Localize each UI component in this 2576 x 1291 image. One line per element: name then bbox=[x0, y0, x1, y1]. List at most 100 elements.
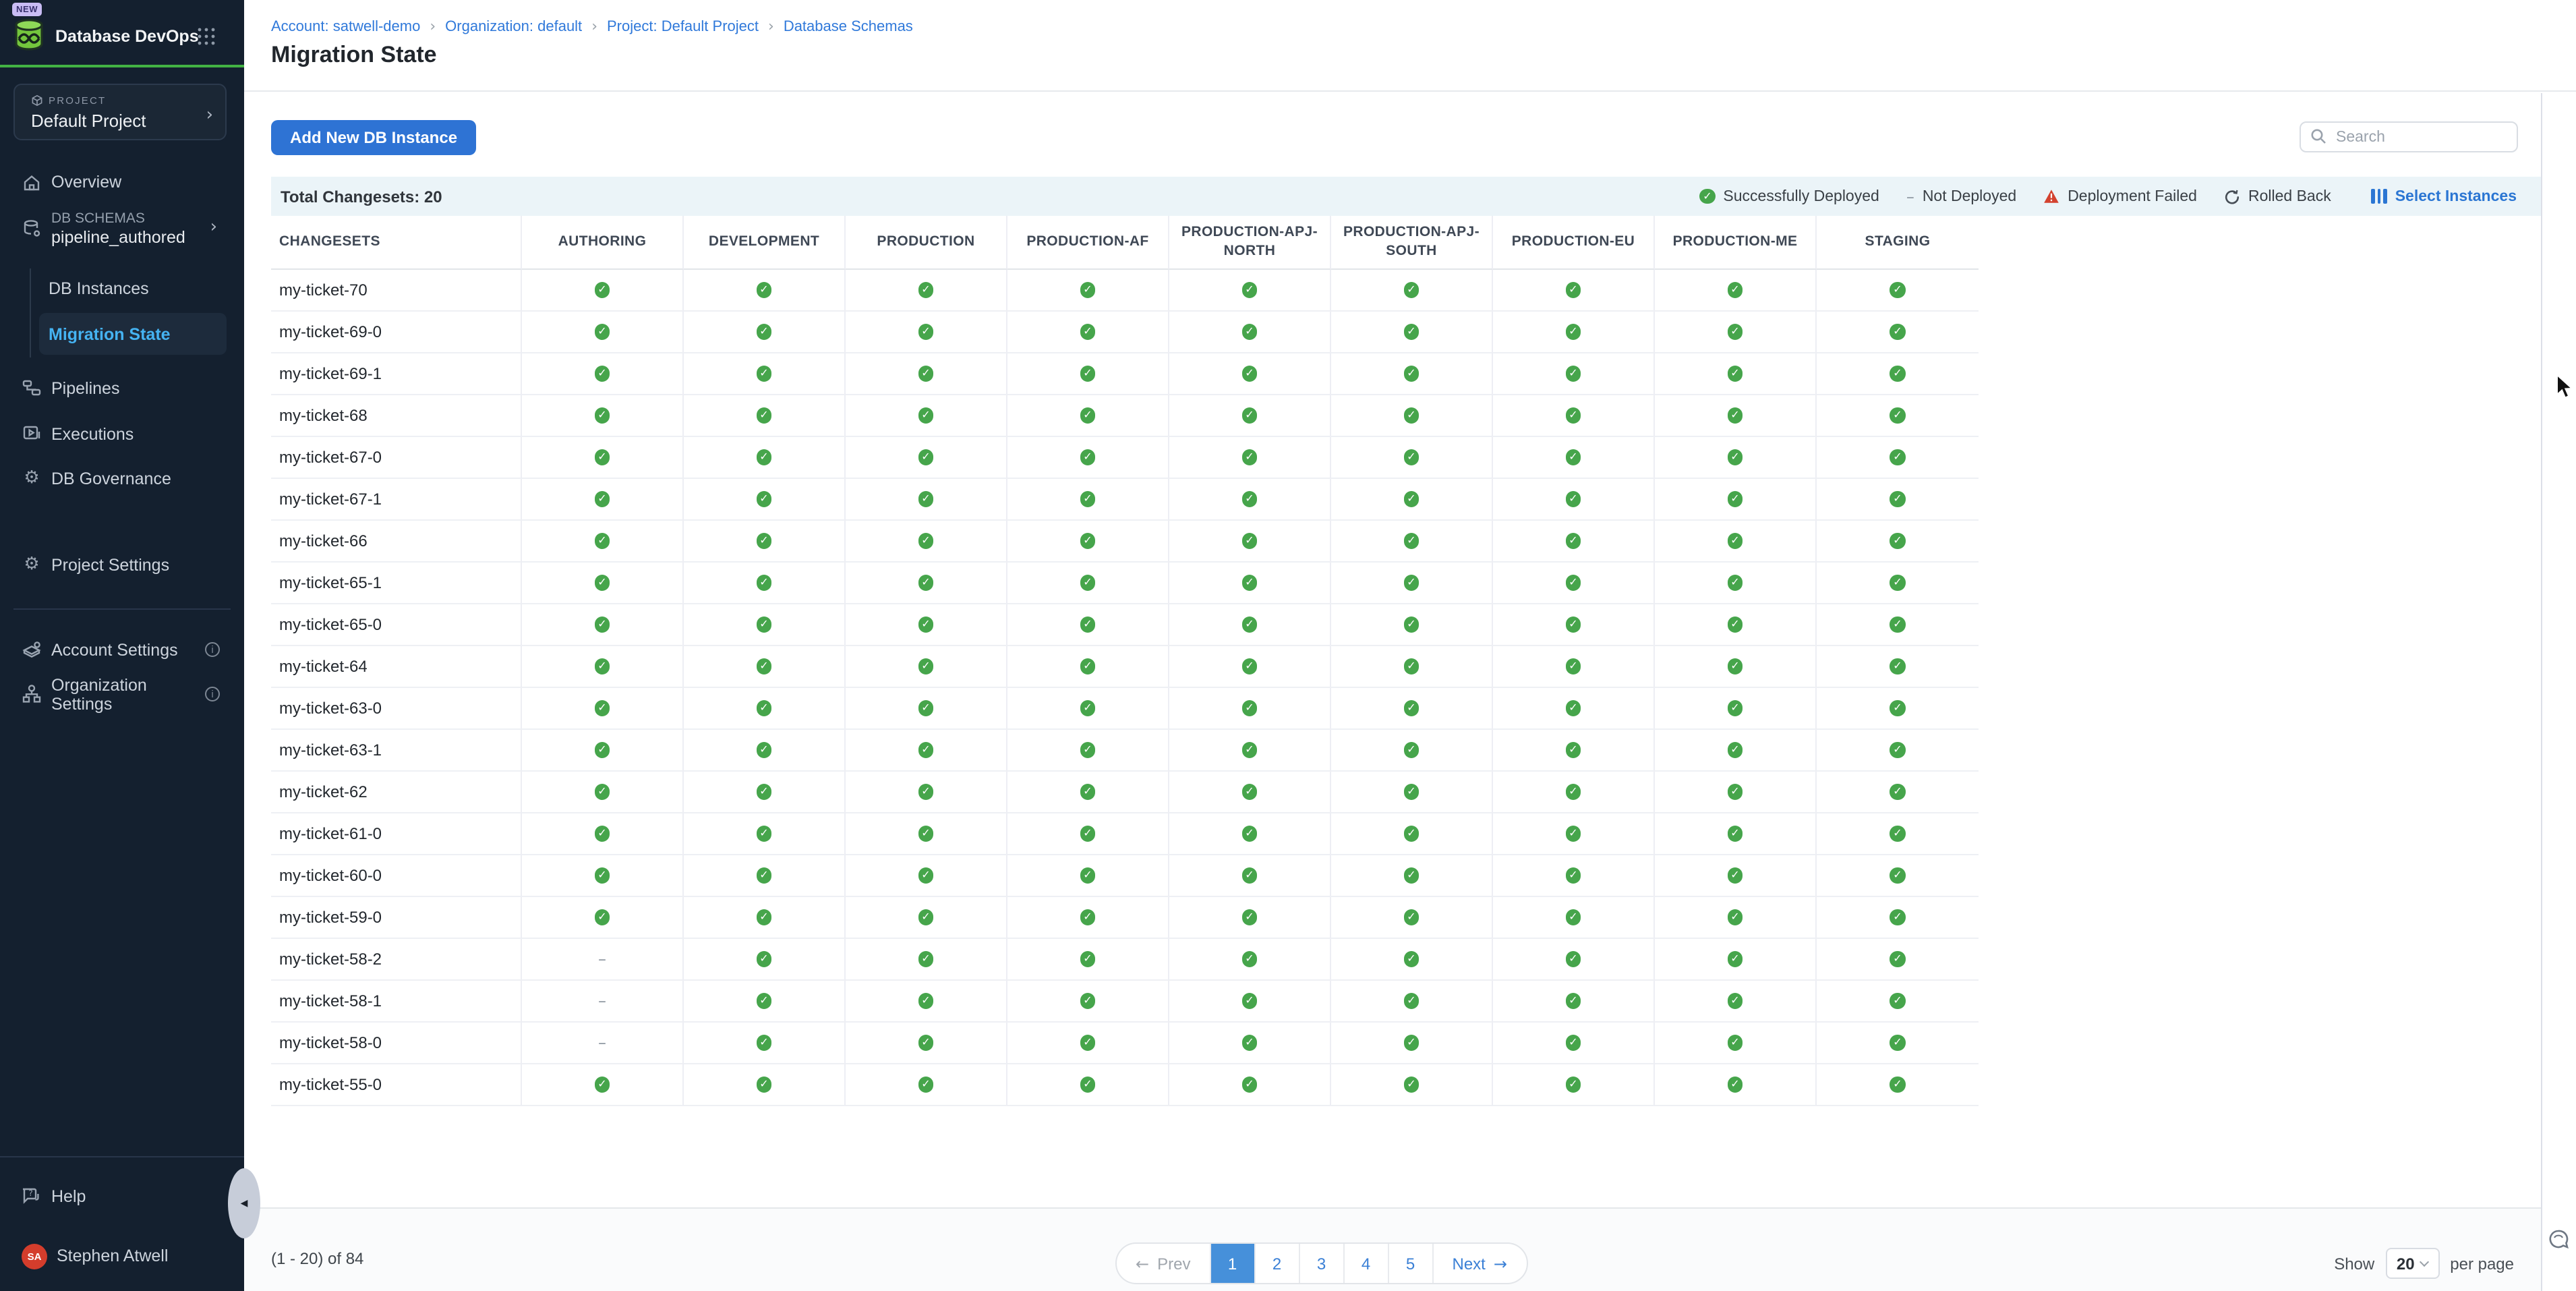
status-cell bbox=[1007, 521, 1169, 563]
deployed-check-icon bbox=[1080, 324, 1096, 340]
table-row: my-ticket-66 bbox=[271, 521, 1979, 563]
db-schemas-value: pipeline_authored bbox=[51, 227, 185, 246]
status-cell bbox=[684, 855, 846, 897]
sidebar-item-overview[interactable]: Overview bbox=[0, 167, 244, 197]
status-cell bbox=[1169, 897, 1331, 939]
mouse-cursor bbox=[2556, 374, 2573, 406]
deployed-check-icon bbox=[1242, 283, 1258, 298]
status-cell bbox=[1655, 437, 1817, 479]
changeset-name: my-ticket-63-1 bbox=[271, 730, 522, 772]
sidebar-item-migration-state[interactable]: Migration State bbox=[39, 313, 227, 355]
app-root: NEW Database DevOps PROJEC bbox=[0, 0, 2576, 1291]
deployed-check-icon bbox=[1728, 575, 1743, 591]
deployed-check-icon bbox=[1890, 994, 1906, 1009]
status-cell bbox=[684, 353, 846, 395]
status-cell bbox=[1817, 395, 1979, 437]
sidebar-item-account-settings[interactable]: Account Settings bbox=[0, 635, 244, 664]
sidebar-item-pipelines[interactable]: Pipelines bbox=[0, 374, 244, 402]
status-cell bbox=[1007, 897, 1169, 939]
breadcrumb-link[interactable]: Organization: default bbox=[445, 18, 582, 34]
sidebar-item-db-schemas[interactable]: DB SCHEMAS pipeline_authored › bbox=[0, 205, 244, 251]
status-cell bbox=[1169, 437, 1331, 479]
breadcrumb-link[interactable]: Account: satwell-demo bbox=[271, 18, 420, 34]
status-cell bbox=[1169, 563, 1331, 604]
deployed-check-icon bbox=[1728, 784, 1743, 800]
table-row: my-ticket-59-0 bbox=[271, 897, 1979, 939]
breadcrumb-link[interactable]: Database Schemas bbox=[784, 18, 913, 34]
deployed-check-icon bbox=[1566, 492, 1581, 507]
deployed-check-icon bbox=[1080, 492, 1096, 507]
sidebar-item-project-settings[interactable]: ⚙ Project Settings bbox=[0, 550, 244, 579]
sidebar-item-help[interactable]: ? Help bbox=[0, 1182, 244, 1210]
page-button-2[interactable]: 2 bbox=[1254, 1244, 1299, 1283]
status-cell bbox=[1817, 646, 1979, 688]
status-cell bbox=[522, 521, 684, 563]
prev-page-button[interactable]: ← Prev bbox=[1117, 1244, 1210, 1283]
changeset-name: my-ticket-62 bbox=[271, 772, 522, 813]
deployed-check-icon bbox=[1242, 492, 1258, 507]
deployed-check-icon bbox=[1890, 534, 1906, 549]
status-cell bbox=[1331, 395, 1493, 437]
status-cell bbox=[1493, 730, 1655, 772]
deployed-check-icon bbox=[1242, 450, 1258, 465]
deployed-check-icon bbox=[1699, 189, 1715, 204]
page-size-select[interactable]: 20 bbox=[2385, 1248, 2439, 1279]
deployed-check-icon bbox=[595, 659, 610, 675]
deployed-check-icon bbox=[918, 617, 934, 633]
account-settings-icon bbox=[22, 639, 42, 660]
next-page-button[interactable]: Next → bbox=[1432, 1244, 1527, 1283]
page-button-1[interactable]: 1 bbox=[1210, 1244, 1254, 1283]
status-cell bbox=[1169, 855, 1331, 897]
status-cell bbox=[1331, 688, 1493, 730]
status-cell bbox=[1331, 437, 1493, 479]
deployed-check-icon bbox=[1566, 743, 1581, 758]
deployed-check-icon bbox=[918, 743, 934, 758]
deployed-check-icon bbox=[757, 910, 772, 925]
status-cell bbox=[1331, 312, 1493, 353]
status-cell bbox=[684, 270, 846, 312]
table-body: my-ticket-70my-ticket-69-0my-ticket-69-1… bbox=[271, 270, 1979, 1106]
status-cell bbox=[1007, 479, 1169, 521]
arrow-right-icon: → bbox=[1494, 1254, 1507, 1273]
sidebar-item-executions[interactable]: Executions bbox=[0, 420, 244, 448]
deployed-check-icon bbox=[1890, 784, 1906, 800]
add-new-db-instance-button[interactable]: Add New DB Instance bbox=[271, 120, 476, 155]
sidebar-item-db-instances[interactable]: DB Instances bbox=[49, 279, 149, 298]
sidebar-collapse-handle[interactable]: ◀ bbox=[228, 1168, 260, 1238]
sidebar-item-organization-settings[interactable]: Organization Settings bbox=[0, 680, 244, 708]
deployed-check-icon bbox=[595, 743, 610, 758]
database-devops-logo-icon bbox=[12, 18, 46, 58]
deployed-check-icon bbox=[1404, 1077, 1419, 1093]
deployed-check-icon bbox=[1404, 324, 1419, 340]
status-cell bbox=[1007, 855, 1169, 897]
results-range-label: (1 - 20) of 84 bbox=[271, 1249, 363, 1268]
page-button-5[interactable]: 5 bbox=[1388, 1244, 1432, 1283]
module-switcher-grid-icon[interactable] bbox=[197, 27, 216, 53]
user-avatar: SA bbox=[22, 1243, 47, 1269]
status-cell bbox=[1169, 646, 1331, 688]
status-cell bbox=[522, 855, 684, 897]
breadcrumb-link[interactable]: Project: Default Project bbox=[607, 18, 759, 34]
page-button-4[interactable]: 4 bbox=[1343, 1244, 1388, 1283]
support-chat-icon[interactable] bbox=[2548, 1229, 2571, 1257]
search-input[interactable] bbox=[2300, 121, 2518, 152]
deployed-check-icon bbox=[1728, 1035, 1743, 1051]
user-menu[interactable]: SA Stephen Atwell bbox=[0, 1238, 244, 1273]
status-cell bbox=[1169, 939, 1331, 981]
project-selector[interactable]: PROJECT Default Project › bbox=[13, 84, 227, 140]
deployed-check-icon bbox=[1728, 994, 1743, 1009]
status-cell bbox=[1331, 563, 1493, 604]
page-button-3[interactable]: 3 bbox=[1299, 1244, 1343, 1283]
status-cell bbox=[1817, 688, 1979, 730]
deployed-check-icon bbox=[1080, 575, 1096, 591]
table-row: my-ticket-70 bbox=[271, 270, 1979, 312]
changeset-name: my-ticket-58-2 bbox=[271, 939, 522, 981]
changeset-name: my-ticket-58-0 bbox=[271, 1023, 522, 1064]
select-instances-button[interactable]: Select Instances bbox=[2372, 188, 2517, 204]
sidebar-item-db-governance[interactable]: ⚙ DB Governance bbox=[0, 464, 244, 492]
next-label: Next bbox=[1453, 1254, 1486, 1273]
deployed-check-icon bbox=[1566, 617, 1581, 633]
status-cell bbox=[684, 981, 846, 1023]
not-deployed-dash-icon: – bbox=[598, 950, 606, 969]
status-cell bbox=[846, 604, 1007, 646]
